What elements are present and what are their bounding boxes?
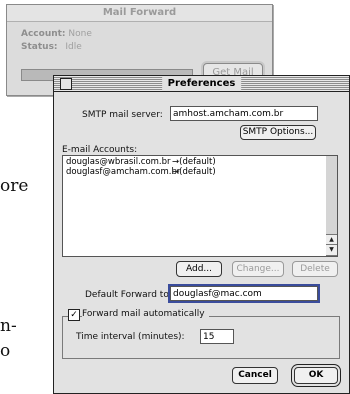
smtp-options-button[interactable]: SMTP Options...: [240, 125, 316, 140]
status-row: Status: Idle: [21, 42, 82, 52]
list-item[interactable]: douglas@wbrasil.com.br→(default): [66, 157, 216, 167]
close-box-icon[interactable]: [60, 78, 72, 90]
smtp-server-label: SMTP mail server:: [82, 110, 163, 120]
accounts-scrollbar[interactable]: ▲ ▼: [326, 155, 338, 257]
ok-button[interactable]: OK: [294, 367, 338, 384]
add-account-button[interactable]: Add...: [176, 261, 222, 277]
change-account-button[interactable]: Change...: [232, 261, 284, 277]
doc-fragment-1: ore: [0, 176, 29, 196]
default-forward-input[interactable]: douglasf@mac.com: [168, 284, 320, 303]
scroll-down-arrow-icon[interactable]: ▼: [326, 244, 337, 256]
account-row: Account: None: [21, 29, 92, 39]
forward-auto-checkbox[interactable]: ✓: [68, 309, 80, 321]
mail-forward-title: Mail Forward: [7, 5, 272, 22]
status-value: Idle: [65, 42, 82, 52]
forward-auto-label: Forward mail automatically: [82, 309, 209, 319]
email-accounts-label: E-mail Accounts:: [62, 145, 138, 155]
preferences-window: Preferences SMTP mail server: amhost.amc…: [53, 75, 350, 394]
account-label: Account:: [21, 29, 66, 39]
status-label: Status:: [21, 42, 58, 52]
doc-fragment-2: n-: [0, 316, 17, 336]
account-address: douglas@wbrasil.com.br: [66, 157, 171, 167]
delete-account-button[interactable]: Delete: [292, 261, 338, 277]
default-forward-label: Default Forward to:: [85, 290, 172, 300]
preferences-title: Preferences: [161, 76, 242, 91]
preferences-titlebar[interactable]: Preferences: [54, 76, 349, 92]
list-item[interactable]: douglasf@amcham.com.br→(default): [66, 167, 216, 177]
doc-fragment-3: o: [0, 341, 11, 361]
account-target: →(default): [172, 157, 216, 167]
time-interval-label: Time interval (minutes):: [76, 332, 185, 342]
time-interval-input[interactable]: 15: [200, 329, 234, 344]
smtp-server-input[interactable]: amhost.amcham.com.br: [170, 106, 318, 121]
account-target: →(default): [172, 167, 216, 177]
email-accounts-list[interactable]: douglas@wbrasil.com.br→(default) douglas…: [62, 155, 328, 257]
cancel-button[interactable]: Cancel: [232, 367, 278, 384]
account-address: douglasf@amcham.com.br: [66, 167, 181, 177]
account-value: None: [68, 29, 92, 39]
